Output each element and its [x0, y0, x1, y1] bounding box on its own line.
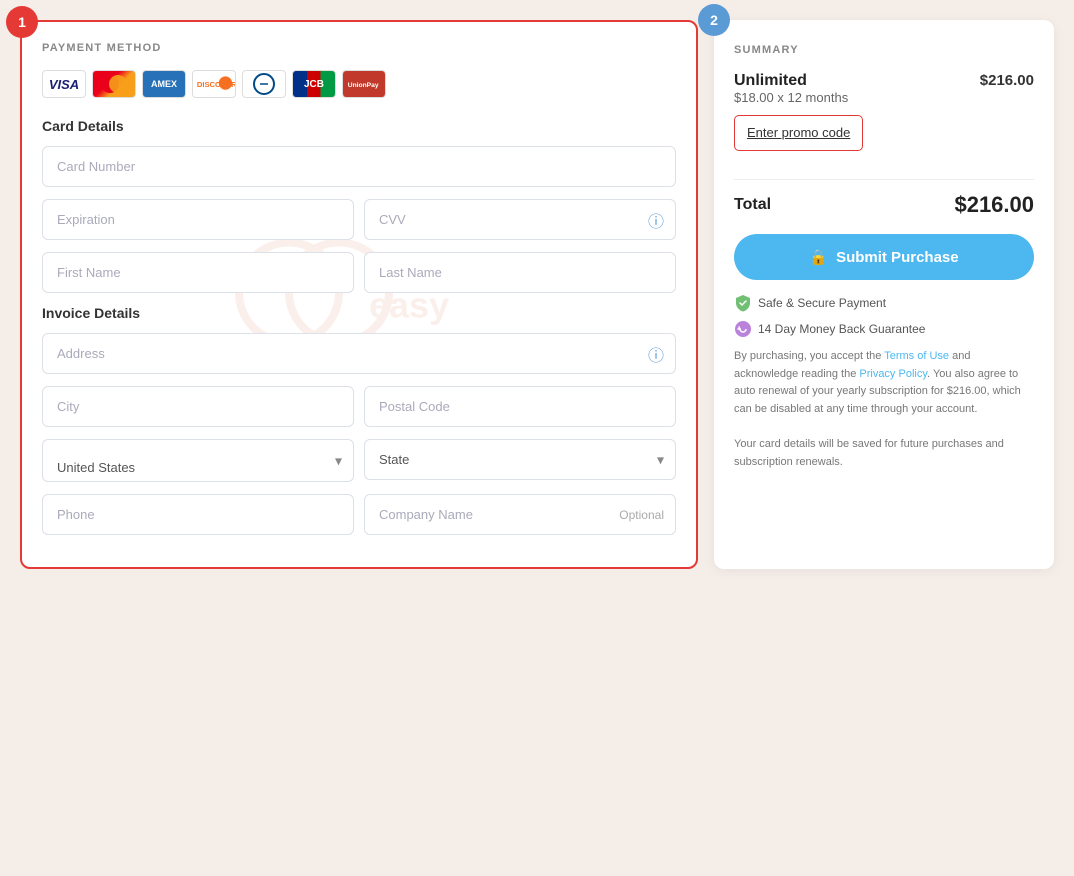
- card-icons-row: VISA AMEX DISCOVER: [42, 70, 676, 98]
- unionpay-icon: UnionPay: [342, 70, 386, 98]
- secure-payment-label: Safe & Secure Payment: [758, 296, 886, 310]
- state-select-wrapper: State Alabama Alaska California New York…: [364, 439, 676, 480]
- total-row: Total $216.00: [734, 192, 1034, 218]
- discover-icon: DISCOVER: [192, 70, 236, 98]
- postal-code-input[interactable]: [364, 386, 676, 427]
- legal-text: By purchasing, you accept the Terms of U…: [734, 348, 1034, 471]
- phone-company-row: Optional: [42, 494, 676, 535]
- terms-of-use-link[interactable]: Terms of Use: [884, 350, 949, 362]
- cvv-input[interactable]: [364, 199, 676, 240]
- expiration-input[interactable]: [42, 199, 354, 240]
- step-2-badge: 2: [698, 4, 730, 36]
- jcb-icon: JCB: [292, 70, 336, 98]
- lock-icon: 🔒: [809, 248, 828, 266]
- expiration-group: [42, 199, 354, 240]
- money-back-label: 14 Day Money Back Guarantee: [758, 322, 925, 336]
- phone-group: [42, 494, 354, 535]
- plan-price-total: $216.00: [980, 72, 1034, 89]
- country-select-wrapper: United States Canada United Kingdom: [42, 439, 354, 482]
- privacy-policy-link[interactable]: Privacy Policy: [859, 368, 927, 380]
- country-group: Country United States Canada United King…: [42, 439, 354, 482]
- phone-input[interactable]: [42, 494, 354, 535]
- first-name-input[interactable]: [42, 252, 354, 293]
- legal-text-1: By purchasing, you accept the: [734, 350, 884, 362]
- postal-code-group: [364, 386, 676, 427]
- plan-row: Unlimited $18.00 x 12 months $216.00: [734, 72, 1034, 105]
- last-name-group: [364, 252, 676, 293]
- shield-check-icon: [734, 294, 752, 312]
- diners-icon: [242, 70, 286, 98]
- summary-panel: 2 SUMMARY Unlimited $18.00 x 12 months $…: [714, 20, 1054, 569]
- address-group: ⓘ: [42, 333, 676, 374]
- country-float-label: Country United States Canada United King…: [42, 439, 354, 482]
- state-select[interactable]: State Alabama Alaska California New York…: [364, 439, 676, 480]
- company-input[interactable]: [364, 494, 676, 535]
- name-row: [42, 252, 676, 293]
- amex-icon: AMEX: [142, 70, 186, 98]
- state-group: State Alabama Alaska California New York…: [364, 439, 676, 482]
- money-back-row: 14 Day Money Back Guarantee: [734, 320, 1034, 338]
- city-input[interactable]: [42, 386, 354, 427]
- card-number-group: [42, 146, 676, 187]
- submit-purchase-button[interactable]: 🔒 Submit Purchase: [734, 234, 1034, 280]
- visa-icon: VISA: [42, 70, 86, 98]
- legal-text-4: Your card details will be saved for futu…: [734, 438, 1004, 468]
- promo-code-box[interactable]: Enter promo code: [734, 115, 863, 151]
- promo-code-link[interactable]: Enter promo code: [747, 125, 850, 140]
- first-name-group: [42, 252, 354, 293]
- address-input[interactable]: [42, 333, 676, 374]
- country-select[interactable]: United States Canada United Kingdom: [42, 439, 354, 482]
- summary-divider: [734, 179, 1034, 180]
- expiry-cvv-row: ⓘ: [42, 199, 676, 240]
- money-back-icon: [734, 320, 752, 338]
- total-amount: $216.00: [954, 192, 1034, 218]
- company-group: Optional: [364, 494, 676, 535]
- city-postal-row: [42, 386, 676, 427]
- card-details-heading: Card Details: [42, 118, 676, 134]
- submit-button-label: Submit Purchase: [836, 249, 959, 266]
- summary-section-title: SUMMARY: [734, 44, 1034, 56]
- mastercard-icon: [92, 70, 136, 98]
- plan-name: Unlimited: [734, 72, 848, 90]
- address-info-icon[interactable]: ⓘ: [648, 342, 664, 366]
- invoice-details-heading: Invoice Details: [42, 305, 676, 321]
- total-label: Total: [734, 196, 771, 214]
- payment-form-panel: 1 PAYMENT METHOD VISA AMEX DISCOVER: [20, 20, 698, 569]
- cvv-group: ⓘ: [364, 199, 676, 240]
- plan-info: Unlimited $18.00 x 12 months: [734, 72, 848, 105]
- plan-price-detail: $18.00 x 12 months: [734, 90, 848, 105]
- payment-section-title: PAYMENT METHOD: [42, 42, 676, 54]
- company-input-wrapper: Optional: [364, 494, 676, 535]
- svg-text:UnionPay: UnionPay: [348, 82, 379, 89]
- country-state-row: Country United States Canada United King…: [42, 439, 676, 482]
- cvv-info-icon[interactable]: ⓘ: [648, 208, 664, 232]
- city-group: [42, 386, 354, 427]
- secure-payment-row: Safe & Secure Payment: [734, 294, 1034, 312]
- step-1-badge: 1: [6, 6, 38, 38]
- card-number-input[interactable]: [42, 146, 676, 187]
- last-name-input[interactable]: [364, 252, 676, 293]
